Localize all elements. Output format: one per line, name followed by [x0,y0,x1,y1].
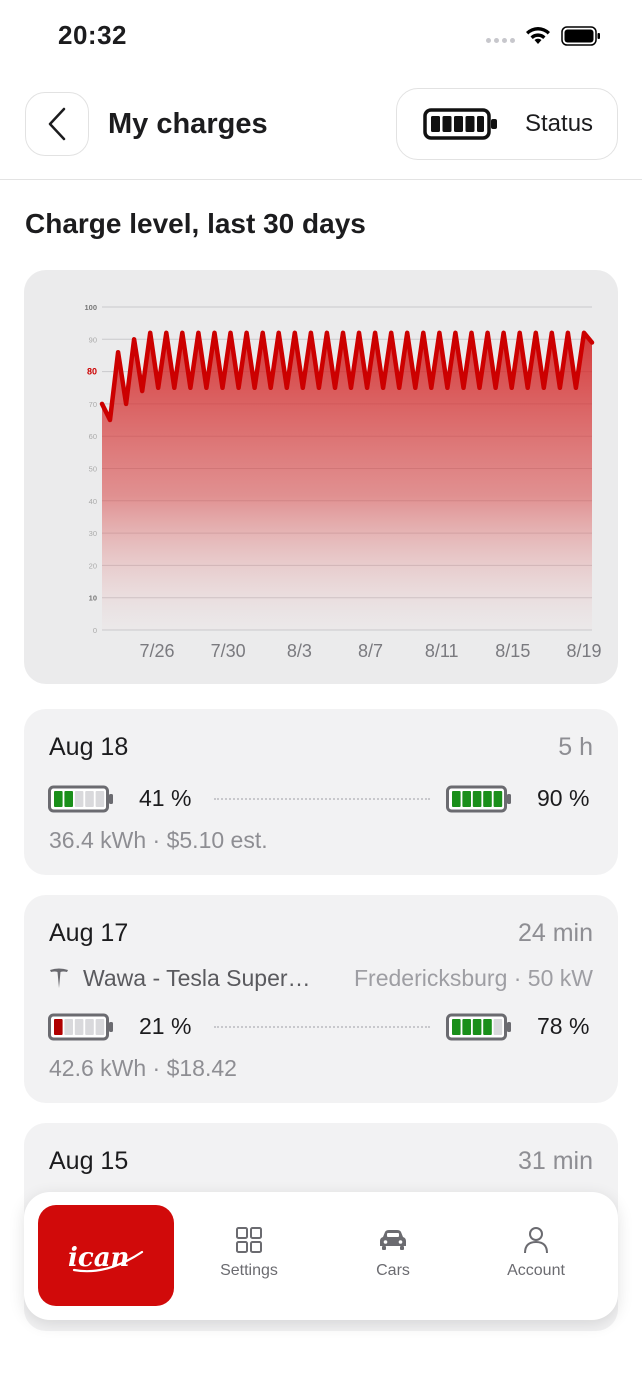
charge-card[interactable]: Aug 18 5 h 41 % 90 % 36.4 kWh · $5.10 es… [24,709,618,875]
battery-segment [54,1019,63,1035]
x-tick-label: 7/30 [211,641,246,661]
y-tick-label: 20 [89,561,97,570]
battery-segment [483,791,492,807]
battery-segment [85,791,94,807]
start-percent: 21 % [139,1013,192,1039]
battery-icon [561,26,600,46]
grid-icon [236,1227,262,1253]
bottom-nav: ican Settings Cars Account [24,1192,618,1320]
end-percent: 90 % [537,785,590,811]
location-detail: Fredericksburg · 50 kW [353,965,593,991]
y-tick-label: 30 [89,529,97,538]
back-button[interactable] [25,92,89,156]
charge-summary: 42.6 kWh · $18.42 [49,1055,237,1081]
y-tick-label: 0 [93,626,97,635]
nav-label: Settings [220,1262,278,1279]
nav-item-account[interactable]: Account [476,1226,596,1280]
logo-text: ican [68,1243,129,1273]
chart-svg: 0 10 20 30 40 50 60 70 80 90 100 7/26 7/30 8/3 8/7 8/11… [84,303,601,661]
page-title: My charges [108,108,268,140]
charge-duration: 5 h [558,733,593,761]
y-tick-label: 40 [89,497,97,506]
battery-segment [85,1019,94,1035]
charge-summary: 36.4 kWh · $5.10 est. [49,827,268,853]
x-tick-label: 8/3 [287,641,312,661]
status-time: 20:32 [58,20,127,50]
tesla-logo-icon [50,968,68,988]
start-percent: 41 % [139,785,192,811]
ican-home-button[interactable]: ican [38,1205,174,1306]
y-tick-label: 80 [87,367,97,377]
car-icon [380,1230,406,1250]
x-tick-label: 7/26 [139,641,174,661]
charge-card[interactable]: Aug 17 24 min Wawa - Tesla Super… Freder… [24,895,618,1103]
charge-date: Aug 18 [49,733,129,761]
battery-segment [483,1019,492,1035]
x-tick-label: 8/7 [358,641,383,661]
battery-segment [472,791,482,807]
cellular-signal-icon [486,38,515,43]
wifi-icon [526,27,550,44]
y-tick-label: 60 [89,432,97,441]
battery-segment [452,791,461,807]
status-button[interactable]: Status [396,88,618,160]
ican-logo-icon: ican [68,1243,144,1273]
y-tick-label: 90 [89,335,97,344]
nav-item-settings[interactable]: Settings [189,1226,309,1280]
section-title: Charge level, last 30 days [25,208,366,239]
header: My charges Status [0,88,642,180]
y-tick-label: 100 [84,303,97,312]
end-battery-icon [446,785,511,813]
car-battery-icon [423,108,497,140]
y-tick-label: 10 [89,594,97,603]
chevron-left-icon [48,107,66,141]
charge-duration: 24 min [517,919,593,947]
y-tick-label: 70 [89,400,97,409]
start-battery-icon [48,785,113,813]
battery-segment [462,1019,471,1035]
battery-segment [462,791,471,807]
nav-item-cars[interactable]: Cars [333,1226,453,1280]
battery-segment [452,1019,461,1035]
y-tick-label: 50 [89,465,97,474]
battery-segment [74,1019,84,1035]
dotted-connector [214,1026,430,1028]
charge-duration: 31 min [517,1147,593,1175]
battery-segment [493,1019,503,1035]
status-button-label: Status [525,110,594,137]
end-percent: 78 % [537,1013,590,1039]
battery-segment [493,791,503,807]
x-tick-label: 8/19 [566,641,601,661]
charge-location: Wawa - Tesla Super… [49,965,311,992]
x-tick-label: 8/11 [425,641,459,661]
battery-segment [95,1019,105,1035]
battery-segment [74,791,84,807]
battery-segment [472,1019,482,1035]
nav-label: Cars [376,1262,410,1279]
battery-segment [54,791,63,807]
battery-segment [64,791,73,807]
battery-segment [64,1019,73,1035]
end-battery-icon [446,1013,511,1041]
status-bar: 20:32 [0,0,642,72]
x-tick-label: 8/15 [495,641,530,661]
dotted-connector [214,798,430,800]
start-battery-icon [48,1013,113,1041]
charge-date: Aug 17 [49,919,129,947]
battery-segment [95,791,105,807]
location-name: Wawa - Tesla Super… [83,965,311,991]
nav-label: Account [507,1262,565,1279]
charge-level-chart: 0 10 20 30 40 50 60 70 80 90 100 7/26 7/30 8/3 8/7 8/11… [24,270,618,684]
charge-date: Aug 15 [49,1147,129,1175]
person-icon [524,1227,548,1254]
